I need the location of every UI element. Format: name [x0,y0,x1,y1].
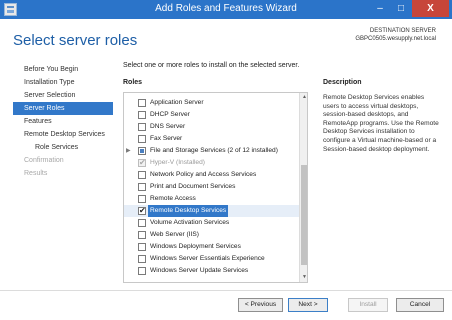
role-checkbox[interactable] [138,99,146,107]
role-checkbox[interactable] [138,111,146,119]
role-row-windows-server-essentials-experience[interactable]: Windows Server Essentials Experience [124,253,299,265]
role-row-application-server[interactable]: Application Server [124,97,299,109]
destination-server-value: GBPC0505.wesupply.net.local [355,36,436,42]
wizard-steps-nav: Before You Begin Installation Type Serve… [13,63,113,180]
nav-item-confirmation: Confirmation [24,157,64,164]
role-checkbox[interactable] [138,135,146,143]
role-checkbox[interactable] [138,267,146,275]
role-row-fax-server[interactable]: Fax Server [124,133,299,145]
nav-item-features[interactable]: Features [13,115,113,128]
description-text: Remote Desktop Services enables users to… [323,94,439,153]
role-checkbox[interactable] [138,255,146,263]
role-checkbox [138,157,146,169]
role-checkbox[interactable] [138,123,146,131]
maximize-button[interactable]: □ [391,0,411,17]
role-row-remote-desktop-services[interactable]: Remote Desktop Services [124,205,299,217]
role-checkbox[interactable] [138,147,146,155]
role-row-hyper-v: Hyper-V (Installed) [124,157,299,169]
role-row-network-policy-and-access-services[interactable]: Network Policy and Access Services [124,169,299,181]
role-label: Network Policy and Access Services [150,171,257,178]
title-bar: Add Roles and Features Wizard – □ X [0,0,452,19]
role-row-web-server-iis[interactable]: Web Server (IIS) [124,229,299,241]
description-heading: Description [323,79,362,86]
nav-item-results: Results [24,170,48,177]
install-button: Install [348,298,388,312]
role-row-print-and-document-services[interactable]: Print and Document Services [124,181,299,193]
role-row-volume-activation-services[interactable]: Volume Activation Services [124,217,299,229]
nav-item-server-selection[interactable]: Server Selection [13,89,113,102]
wizard-header: Select server roles DESTINATION SERVER G… [0,19,452,59]
footer-divider [0,290,452,291]
previous-button[interactable]: < Previous [238,298,283,312]
role-label: Web Server (IIS) [150,231,199,238]
role-row-remote-access[interactable]: Remote Access [124,193,299,205]
roles-scrollbar[interactable]: ▲ ▼ [299,93,307,282]
minimize-button[interactable]: – [370,0,390,17]
role-checkbox[interactable] [138,231,146,239]
role-label: Hyper-V (Installed) [150,159,205,166]
role-label: Volume Activation Services [150,219,230,226]
role-row-dhcp-server[interactable]: DHCP Server [124,109,299,121]
next-button[interactable]: Next > [288,298,328,312]
role-row-windows-deployment-services[interactable]: Windows Deployment Services [124,241,299,253]
role-label: Windows Deployment Services [150,243,241,250]
role-checkbox[interactable] [138,243,146,251]
role-label: Remote Desktop Services [148,205,229,217]
nav-item-server-roles[interactable]: Server Roles [13,102,113,115]
nav-item-before-you-begin[interactable]: Before You Begin [13,63,113,76]
nav-item-remote-desktop-services[interactable]: Remote Desktop Services [13,128,113,141]
role-checkbox[interactable] [138,183,146,191]
cancel-button[interactable]: Cancel [396,298,444,312]
role-checkbox[interactable] [138,171,146,179]
scroll-up-arrow-icon[interactable]: ▲ [300,93,307,102]
scroll-down-arrow-icon[interactable]: ▼ [300,273,307,282]
role-row-dns-server[interactable]: DNS Server [124,121,299,133]
role-checkbox[interactable] [138,205,146,217]
scrollbar-thumb[interactable] [301,165,307,265]
close-button[interactable]: X [412,0,449,17]
role-row-windows-server-update-services[interactable]: Windows Server Update Services [124,265,299,277]
role-label: Remote Access [150,195,196,202]
role-label: Windows Server Essentials Experience [150,255,265,262]
role-label: DNS Server [150,123,186,130]
role-label: File and Storage Services (2 of 12 insta… [150,147,278,154]
roles-heading: Roles [123,79,143,86]
roles-list[interactable]: Application Server DHCP Server DNS Serve… [123,92,308,283]
instructions-text: Select one or more roles to install on t… [123,62,300,69]
role-label: Fax Server [150,135,183,142]
role-label: Print and Document Services [150,183,236,190]
page-title: Select server roles [13,32,138,49]
role-checkbox[interactable] [138,195,146,203]
expand-triangle-icon[interactable]: ▶ [126,145,132,157]
role-label: Windows Server Update Services [150,267,249,274]
role-label: DHCP Server [150,111,190,118]
destination-server-label: DESTINATION SERVER [369,28,436,34]
role-label: Application Server [150,99,204,106]
nav-item-role-services[interactable]: Role Services [13,141,113,154]
nav-item-installation-type[interactable]: Installation Type [13,76,113,89]
role-row-file-and-storage-services[interactable]: ▶ File and Storage Services (2 of 12 ins… [124,145,299,157]
role-checkbox[interactable] [138,219,146,227]
